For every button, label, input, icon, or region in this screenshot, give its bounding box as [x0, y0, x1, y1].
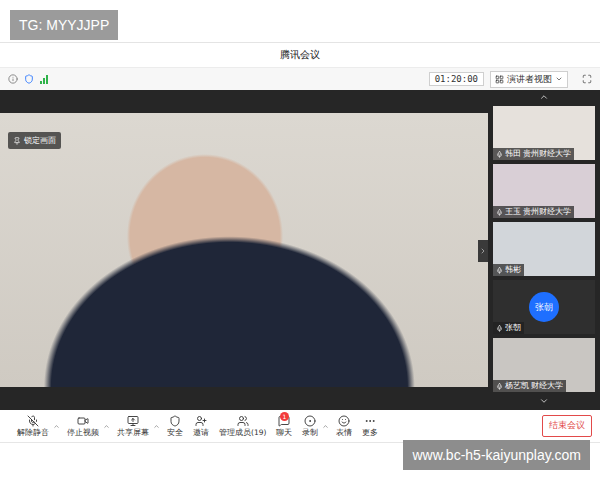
- toolbar-icon: [27, 415, 39, 427]
- toolbar-icon: [127, 415, 139, 427]
- toolbar-button[interactable]: 停止视频: [64, 415, 110, 438]
- menu-caret-icon[interactable]: [153, 423, 160, 430]
- toolbar-icon: [169, 415, 181, 427]
- mic-icon: [496, 383, 503, 390]
- view-menu[interactable]: 演讲者视图: [490, 71, 568, 88]
- participant-label: 杨艺凯 财经大学: [493, 380, 566, 392]
- participant-label: 韩彬: [493, 264, 524, 276]
- toolbar-button[interactable]: 共享屏幕: [114, 415, 160, 438]
- participant-tile[interactable]: 杨艺凯 财经大学: [493, 338, 595, 392]
- toolbar-icon: [338, 415, 350, 427]
- participant-label: 张朝: [493, 322, 524, 334]
- fullscreen-icon[interactable]: [582, 74, 592, 84]
- scroll-down[interactable]: [493, 396, 595, 406]
- pin-button[interactable]: 锁定画面: [8, 132, 61, 149]
- stage: 锁定画面: [0, 90, 488, 410]
- title-bar: 腾讯会议: [0, 42, 600, 68]
- collapse-toggle[interactable]: [478, 240, 488, 262]
- toolbar-button[interactable]: 录制: [299, 415, 329, 438]
- chevron-up-icon: [539, 92, 549, 102]
- chevron-down-icon: [555, 75, 563, 83]
- toolbar-button[interactable]: 更多: [359, 415, 381, 438]
- signal-icon: [40, 75, 48, 84]
- toolbar-button[interactable]: 解除静音: [14, 415, 60, 438]
- toolbar-button[interactable]: 表情: [333, 415, 355, 438]
- toolbar-button[interactable]: 安全: [164, 415, 186, 438]
- end-meeting-button[interactable]: 结束会议: [542, 415, 592, 437]
- badge: 1: [280, 412, 290, 421]
- shield-icon[interactable]: [24, 74, 34, 84]
- info-icon[interactable]: [8, 74, 18, 84]
- mic-icon: [496, 325, 503, 332]
- participant-tile[interactable]: 王玉 贵州财经大学: [493, 164, 595, 218]
- participant-label: 韩田 贵州财经大学: [493, 148, 574, 160]
- scroll-up[interactable]: [493, 92, 595, 102]
- participant-panel: 韩田 贵州财经大学王玉 贵州财经大学韩彬张朝张朝杨艺凯 财经大学: [488, 90, 600, 410]
- participant-tile[interactable]: 张朝张朝: [493, 280, 595, 334]
- watermark: www.bc-h5-kaiyunplay.com: [403, 440, 590, 470]
- toolbar-button[interactable]: 邀请: [190, 415, 212, 438]
- toolbar-button[interactable]: 管理成员(19): [216, 415, 269, 438]
- watermark: TG: MYYJJPP: [10, 10, 118, 40]
- participant-avatar: 张朝: [529, 292, 559, 322]
- chevron-right-icon: [479, 247, 487, 255]
- mic-icon: [496, 267, 503, 274]
- toolbar-icon: [237, 415, 249, 427]
- toolbar-icon: [304, 415, 316, 427]
- speaker-video: [0, 113, 488, 387]
- toolbar-button[interactable]: 聊天1: [273, 415, 295, 438]
- mic-icon: [496, 151, 503, 158]
- toolbar-icon: [77, 415, 89, 427]
- meeting-main: 锁定画面韩田 贵州财经大学王玉 贵州财经大学韩彬张朝张朝杨艺凯 财经大学: [0, 90, 600, 410]
- menu-caret-icon[interactable]: [53, 423, 60, 430]
- pin-icon: [13, 137, 21, 145]
- page: TG: MYYJJPPwww.bc-h5-kaiyunplay.com腾讯会议0…: [0, 0, 600, 480]
- grid-icon: [495, 75, 504, 84]
- menu-caret-icon[interactable]: [322, 423, 329, 430]
- meeting-toolbar: 解除静音停止视频共享屏幕安全邀请管理成员(19)聊天1录制表情更多 结束会议: [0, 410, 600, 443]
- participant-label: 王玉 贵州财经大学: [493, 206, 574, 218]
- info-bar: 01:20:00 演讲者视图: [0, 68, 600, 90]
- meeting-timer: 01:20:00: [429, 72, 484, 86]
- chevron-down-icon: [539, 396, 549, 406]
- menu-caret-icon[interactable]: [103, 423, 110, 430]
- mic-icon: [496, 209, 503, 216]
- toolbar-icon: [364, 415, 376, 427]
- participant-tile[interactable]: 韩彬: [493, 222, 595, 276]
- participant-tile[interactable]: 韩田 贵州财经大学: [493, 106, 595, 160]
- toolbar-icon: [195, 415, 207, 427]
